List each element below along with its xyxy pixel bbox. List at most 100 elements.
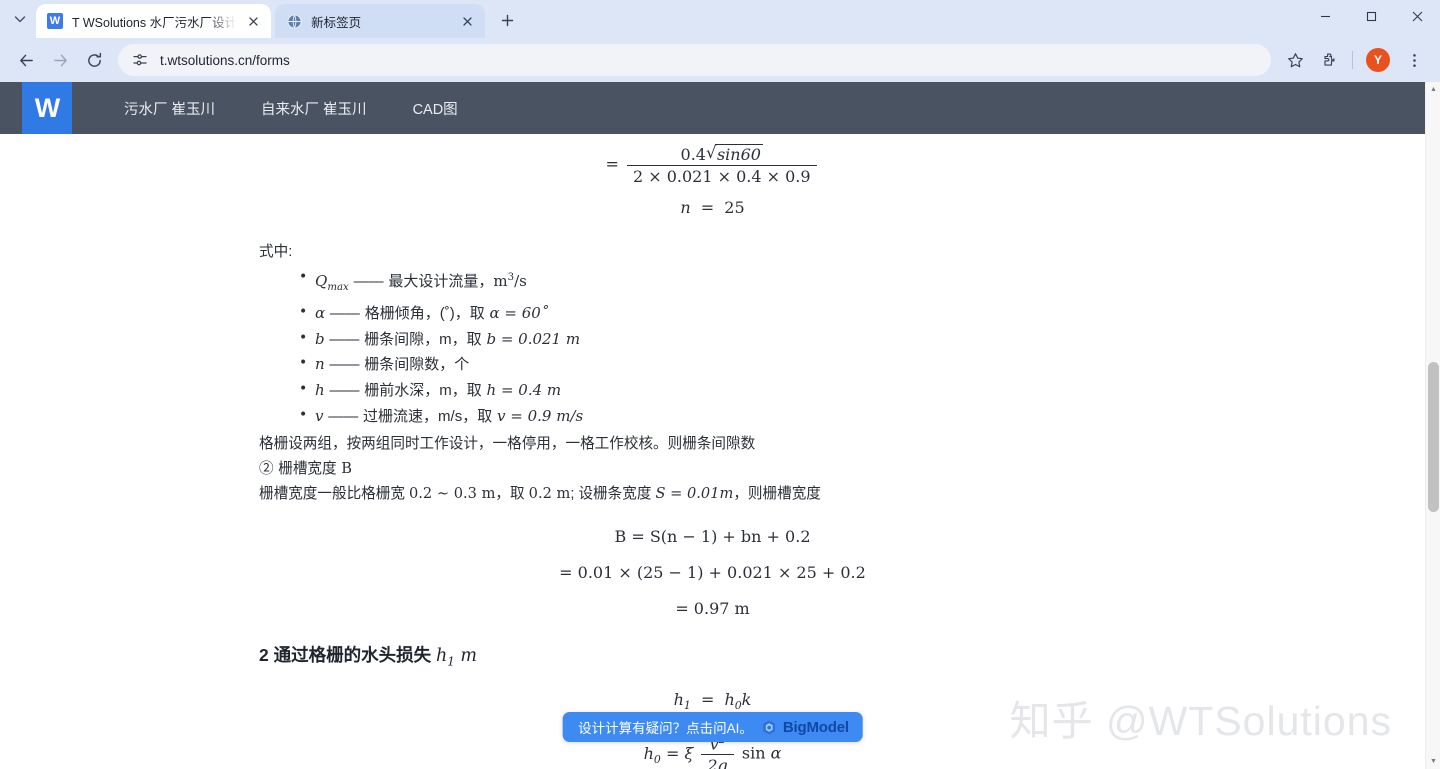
variable-dash: —— <box>329 304 360 322</box>
address-bar-text: t.wtsolutions.cn/forms <box>160 52 290 68</box>
profile-avatar[interactable]: Y <box>1366 48 1390 72</box>
sqrt-icon: sin60 <box>706 143 763 164</box>
close-icon <box>1412 11 1422 21</box>
variable-dash: —— <box>329 356 360 374</box>
forward-button[interactable] <box>44 44 76 76</box>
plus-icon <box>501 14 513 26</box>
window-maximize-button[interactable] <box>1348 0 1394 32</box>
browser-toolbar: t.wtsolutions.cn/forms Y <box>0 38 1440 82</box>
variable-value: v = 0.9 m/s <box>497 406 584 425</box>
variable-dash: —— <box>329 330 360 348</box>
watermark: 知乎 @WTSolutions <box>1009 698 1392 744</box>
tab-close-button[interactable] <box>243 11 263 31</box>
where-label-1: 式中: <box>259 244 293 260</box>
variable-item-n: n —— 栅条间隙数，个 <box>299 352 1425 376</box>
fraction-denominator: 2g <box>707 756 728 769</box>
equation-B-line2: = 0.01 × (25 − 1) + 0.021 × 25 + 0.2 <box>559 563 866 583</box>
variable-symbol: h <box>315 381 325 400</box>
tab-new-tab-page[interactable]: 新标签页 <box>275 4 486 38</box>
result-equals: = <box>700 198 715 217</box>
width-take: 0.2 m <box>528 485 571 503</box>
variable-value: h = 0.4 m <box>486 381 562 400</box>
star-icon <box>1287 52 1303 67</box>
nav-item-waterworks[interactable]: 自来水厂 崔玉川 <box>261 98 367 119</box>
minimize-icon <box>1320 15 1330 17</box>
variable-item-h: h —— 栅前水深，m，取 h = 0.4 m <box>299 378 1425 402</box>
arrow-left-icon <box>19 54 33 66</box>
variable-symbol: b <box>315 329 325 348</box>
extensions-button[interactable] <box>1313 44 1345 76</box>
tab-strip: W T WSolutions 水厂污水厂设计 新标签页 <box>0 0 1440 38</box>
fraction-denominator: 2 × 0.021 × 0.4 × 0.9 <box>632 167 811 186</box>
scroll-down-arrow[interactable]: ▼ <box>1426 754 1440 769</box>
numerator-coefficient: 0.4 <box>680 145 706 164</box>
subsection-b-heading: ② 栅槽宽度 B <box>259 460 352 478</box>
site-settings-icon[interactable] <box>130 50 150 70</box>
tab-title: 新标签页 <box>311 15 362 30</box>
ai-banner-text: 设计计算有疑问？点击问AI。 <box>578 721 753 736</box>
tab-title: T WSolutions 水厂污水厂设计 <box>72 15 238 30</box>
browser-window: W T WSolutions 水厂污水厂设计 新标签页 t.wtsolution… <box>0 0 1440 769</box>
variable-description: 过栅流速，m/s，取 <box>363 407 493 425</box>
document-body: = 0.4sin60 2 × 0.021 × 0.4 × 0.9 n = 25 … <box>0 143 1425 769</box>
variable-symbol: n <box>315 355 325 374</box>
width-text-end: ，则栅槽宽度 <box>733 486 821 503</box>
tab-search-button[interactable] <box>6 5 34 33</box>
chevron-down-icon <box>14 16 26 23</box>
width-s-value: S = 0.01m <box>655 485 734 503</box>
tab-close-button[interactable] <box>457 11 477 31</box>
scrollbar-thumb[interactable] <box>1428 362 1439 512</box>
variable-symbol: Q <box>315 272 328 290</box>
new-tab-button[interactable] <box>493 6 521 34</box>
three-dots-icon <box>1412 53 1416 67</box>
variable-value: b = 0.021 m <box>486 329 581 348</box>
page-scrollbar[interactable]: ▲ ▼ <box>1425 82 1440 769</box>
ai-assistant-banner[interactable]: 设计计算有疑问？点击问AI。 BigModel <box>562 712 863 742</box>
reload-button[interactable] <box>78 44 110 76</box>
width-range: 0.2 ∼ 0.3 m <box>409 485 496 503</box>
variable-definition-list: Qmax —— 最大设计流量，m3/s α —— 格栅倾角，(˚)，取 α = … <box>299 266 1425 428</box>
tab-wtsolutions[interactable]: W T WSolutions 水厂污水厂设计 <box>36 4 272 38</box>
bookmark-button[interactable] <box>1279 44 1311 76</box>
width-text-mid: ，取 <box>495 486 529 503</box>
fraction-numerator: 0.4 sin60 <box>626 143 817 166</box>
window-controls <box>1302 0 1440 32</box>
site-logo[interactable]: W <box>22 82 72 134</box>
back-button[interactable] <box>10 44 42 76</box>
bigmodel-logo: BigModel <box>761 719 849 736</box>
equation-h0-lhs: h0 = ξ <box>643 743 694 766</box>
result-value: 25 <box>724 198 745 217</box>
maximize-icon <box>1366 11 1376 21</box>
site-navbar: W 污水厂 崔玉川 自来水厂 崔玉川 CAD图 <box>0 82 1440 134</box>
width-paragraph: 栅槽宽度一般比格栅宽 0.2 ∼ 0.3 m，取 0.2 m; 设栅条宽度 S … <box>259 483 1425 505</box>
window-close-button[interactable] <box>1394 0 1440 32</box>
variable-symbol: α <box>315 303 326 322</box>
width-text-pre: 栅槽宽度一般比格栅宽 <box>259 486 409 503</box>
bigmodel-brand-text: BigModel <box>782 718 849 736</box>
variable-dash: —— <box>328 407 359 425</box>
address-bar[interactable]: t.wtsolutions.cn/forms <box>118 44 1271 76</box>
variable-description: 格栅倾角，(˚)，取 <box>364 304 485 322</box>
arrow-right-icon <box>53 54 67 66</box>
equation-B-line1: B = S(n − 1) + bn + 0.2 <box>614 527 811 547</box>
variable-item-b: b —— 栅条间隙，m，取 b = 0.021 m <box>299 327 1425 351</box>
variable-item-Qmax: Qmax —— 最大设计流量，m3/s <box>299 266 1425 299</box>
page-viewport: W 污水厂 崔玉川 自来水厂 崔玉川 CAD图 = 0.4 sin60 2 × 0… <box>0 82 1440 769</box>
equation-h0-rhs: sin α <box>741 743 782 763</box>
toolbar-right-actions: Y <box>1279 44 1430 76</box>
section-2-title-text: 2 通过格栅的水头损失 <box>259 645 436 666</box>
result-variable: n <box>680 198 691 217</box>
w-logo-icon: W <box>47 13 63 29</box>
section-2-symbol: h1 m <box>435 646 477 669</box>
radicand: sin60 <box>714 144 763 164</box>
note-paragraph: 格栅设两组，按两组同时工作设计，一格停用，一格工作校核。则栅条间隙数 <box>259 436 756 453</box>
width-text-mid2: ; 设栅条宽度 <box>570 486 656 503</box>
variable-subscript: max <box>327 282 349 293</box>
variable-item-v: v —— 过栅流速，m/s，取 v = 0.9 m/s <box>299 404 1425 428</box>
nav-item-wastewater[interactable]: 污水厂 崔玉川 <box>124 98 215 119</box>
browser-menu-button[interactable] <box>1398 44 1430 76</box>
window-minimize-button[interactable] <box>1302 0 1348 32</box>
nav-item-cad[interactable]: CAD图 <box>413 98 458 119</box>
scroll-up-arrow[interactable]: ▲ <box>1426 82 1440 97</box>
variable-value: α = 60˚ <box>489 303 549 322</box>
